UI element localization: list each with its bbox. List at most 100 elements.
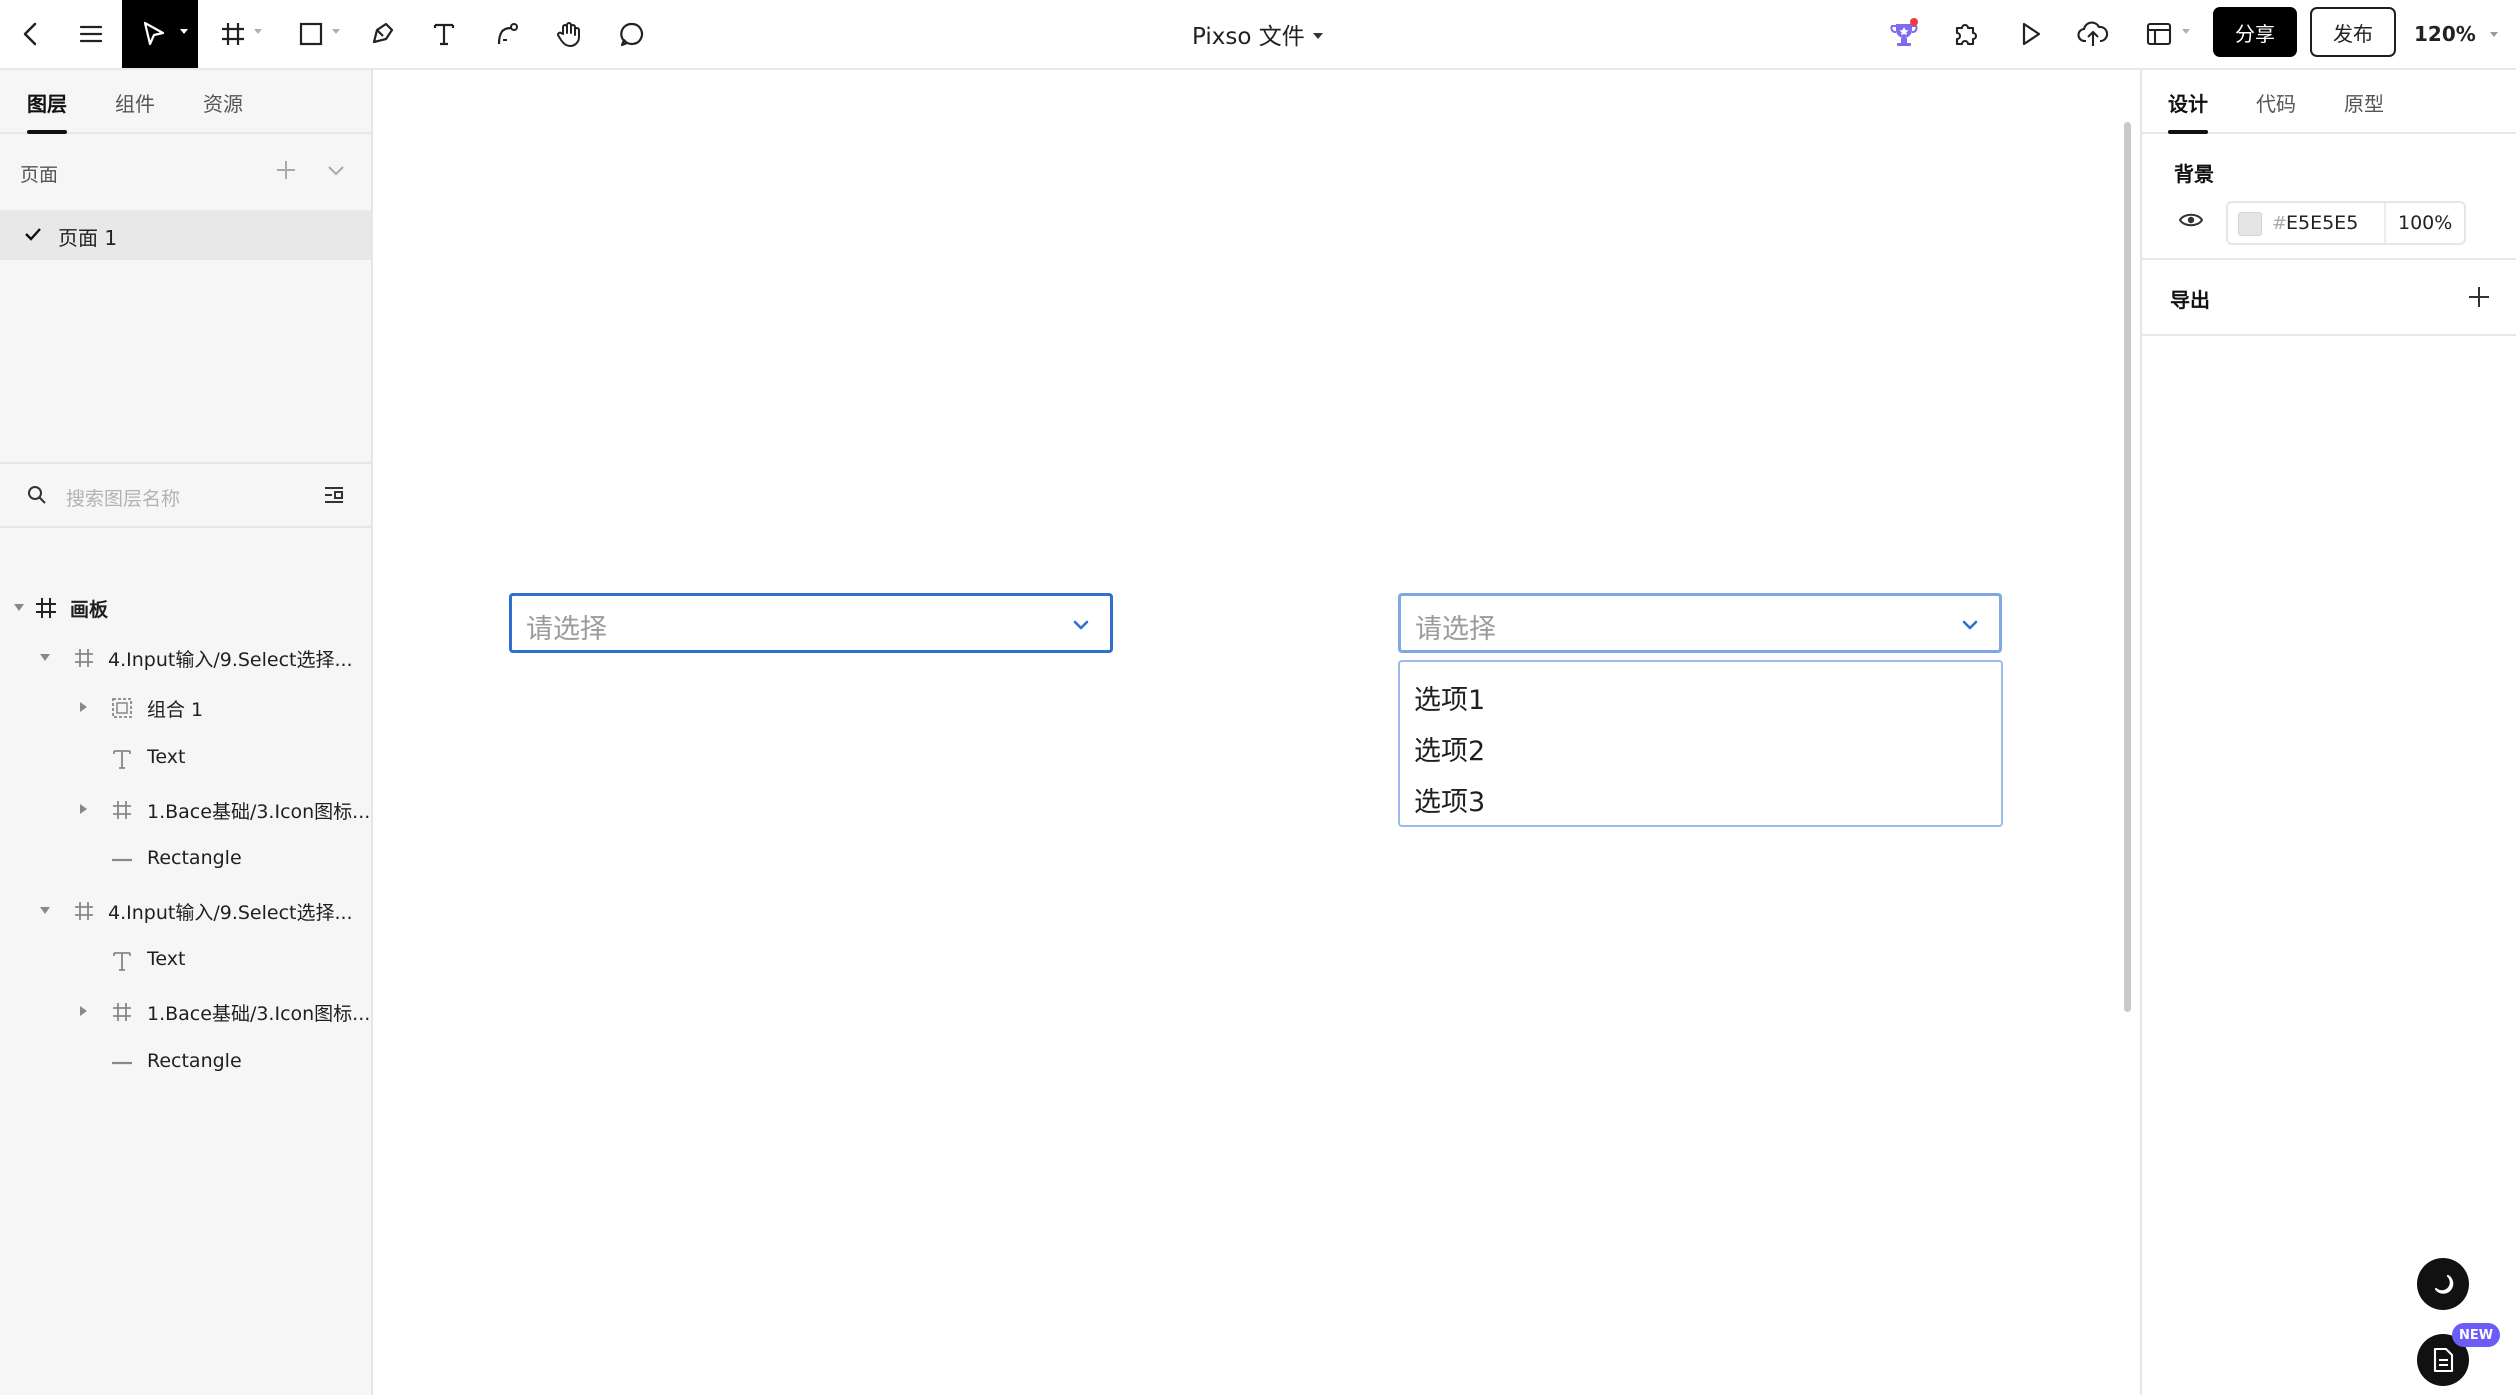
pen-tool-icon[interactable]: [362, 0, 402, 68]
add-export-icon[interactable]: [2466, 284, 2492, 314]
back-icon[interactable]: [6, 0, 56, 68]
export-title: 导出: [2170, 288, 2210, 312]
tab-prototype[interactable]: 原型: [2344, 70, 2384, 134]
tab-components[interactable]: 组件: [115, 70, 155, 134]
right-panel-tabs: 设计 代码 原型: [2142, 70, 2516, 134]
tab-assets[interactable]: 资源: [203, 70, 243, 134]
frame-icon: [72, 899, 96, 923]
search-input[interactable]: 搜索图层名称: [66, 484, 180, 511]
layer-item[interactable]: Text: [0, 734, 371, 784]
color-swatch[interactable]: [2238, 212, 2262, 236]
expand-toggle-icon[interactable]: [80, 1006, 87, 1016]
chevron-down-icon: [1959, 614, 1981, 640]
layer-item[interactable]: Text: [0, 936, 371, 986]
eye-icon[interactable]: [2178, 210, 2204, 234]
play-icon[interactable]: [2010, 0, 2050, 68]
layer-search[interactable]: 搜索图层名称: [0, 464, 371, 528]
rectangle-tool-icon[interactable]: [290, 0, 344, 68]
layer-name: Rectangle: [147, 1050, 242, 1072]
frame-icon: [110, 798, 134, 822]
group-icon: [110, 696, 134, 720]
expand-toggle-icon[interactable]: [40, 907, 50, 914]
layer-name: 1.Bace基础/3.Icon图标...: [147, 801, 371, 823]
layer-item[interactable]: 1.Bace基础/3.Icon图标...: [0, 987, 371, 1037]
layer-item[interactable]: 画板: [0, 583, 371, 633]
plugin-icon[interactable]: [1946, 0, 1986, 68]
file-title[interactable]: Pixso 文件: [1192, 0, 1323, 68]
divider: [2384, 203, 2386, 243]
layer-name: Text: [147, 948, 186, 970]
select-option[interactable]: 选项2: [1414, 729, 1485, 768]
zoom-dropdown[interactable]: 120%: [2414, 0, 2498, 68]
canvas-scrollbar[interactable]: [2124, 122, 2131, 1012]
background-color-field[interactable]: # E5E5E5 100%: [2226, 201, 2466, 245]
document-icon: [2433, 1347, 2454, 1373]
left-panel: 图层 组件 资源 页面 页面 1 搜索图层名称 画板 4.Input输入/9.S…: [0, 70, 373, 1395]
select-option[interactable]: 选项1: [1414, 678, 1485, 717]
tab-design[interactable]: 设计: [2168, 70, 2208, 134]
publish-button[interactable]: 发布: [2310, 7, 2396, 57]
text-layer-icon: [110, 949, 134, 973]
menu-icon[interactable]: [66, 0, 116, 68]
line-icon: [110, 848, 134, 872]
page-item[interactable]: 页面 1: [0, 210, 371, 260]
select-option[interactable]: 选项3: [1414, 780, 1485, 819]
expand-toggle-icon[interactable]: [14, 604, 24, 611]
layer-item[interactable]: 4.Input输入/9.Select选择...: [0, 886, 371, 936]
zoom-level: 120%: [2414, 22, 2476, 46]
pages-label: 页面: [20, 164, 59, 186]
moon-icon: [2434, 1274, 2454, 1294]
background-section: 背景 # E5E5E5 100%: [2142, 134, 2516, 260]
layer-name: Rectangle: [147, 847, 242, 869]
text-layer-icon: [110, 747, 134, 771]
chevron-down-icon[interactable]: [322, 156, 350, 184]
select-dropdown-menu: 选项1 选项2 选项3: [1398, 660, 2003, 827]
left-panel-tabs: 图层 组件 资源: [0, 70, 371, 134]
search-icon: [26, 484, 48, 510]
tab-code[interactable]: 代码: [2256, 70, 2296, 134]
chevron-down-icon: [2489, 31, 2498, 37]
trophy-icon[interactable]: [1884, 0, 1924, 68]
tab-layers[interactable]: 图层: [27, 70, 67, 134]
select-closed[interactable]: 请选择: [509, 593, 1113, 653]
share-button[interactable]: 分享: [2213, 7, 2297, 57]
expand-toggle-icon[interactable]: [40, 654, 50, 661]
filter-icon[interactable]: [322, 484, 346, 510]
layer-item[interactable]: 组合 1: [0, 683, 371, 733]
frame-icon: [72, 646, 96, 670]
layout-icon[interactable]: [2136, 0, 2196, 68]
upload-icon[interactable]: [2072, 0, 2114, 68]
opacity-input[interactable]: 100%: [2398, 212, 2452, 234]
select-open[interactable]: 请选择: [1398, 593, 2002, 653]
layer-name: 画板: [70, 599, 109, 621]
line-icon: [110, 1051, 134, 1075]
color-hex-input[interactable]: E5E5E5: [2286, 212, 2358, 234]
layer-item[interactable]: 1.Bace基础/3.Icon图标...: [0, 785, 371, 835]
path-tool-icon[interactable]: [487, 0, 527, 68]
frame-tool-icon[interactable]: [212, 0, 266, 68]
layer-name: Text: [147, 746, 186, 768]
dark-mode-button[interactable]: [2417, 1258, 2469, 1310]
add-page-icon[interactable]: [272, 156, 300, 184]
chevron-down-icon: [1070, 614, 1092, 640]
pages-header: 页面: [0, 134, 371, 212]
layer-name: 4.Input输入/9.Select选择...: [108, 902, 353, 924]
move-tool-icon[interactable]: [122, 0, 198, 68]
page-name: 页面 1: [58, 226, 118, 250]
layer-item[interactable]: Rectangle: [0, 1038, 371, 1088]
expand-toggle-icon[interactable]: [80, 702, 87, 712]
comment-tool-icon[interactable]: [612, 0, 652, 68]
export-section: 导出: [2142, 262, 2516, 336]
layer-name: 组合 1: [147, 699, 204, 721]
text-tool-icon[interactable]: [424, 0, 464, 68]
layer-item[interactable]: Rectangle: [0, 835, 371, 885]
check-icon: [22, 223, 44, 249]
expand-toggle-icon[interactable]: [80, 804, 87, 814]
hand-tool-icon[interactable]: [549, 0, 589, 68]
layer-item[interactable]: 4.Input输入/9.Select选择...: [0, 633, 371, 683]
new-badge: NEW: [2452, 1323, 2500, 1347]
layer-name: 1.Bace基础/3.Icon图标...: [147, 1003, 371, 1025]
background-title: 背景: [2174, 162, 2214, 186]
right-panel: 设计 代码 原型 背景 # E5E5E5 100% 导出: [2140, 70, 2516, 1395]
frame-icon: [34, 596, 58, 620]
